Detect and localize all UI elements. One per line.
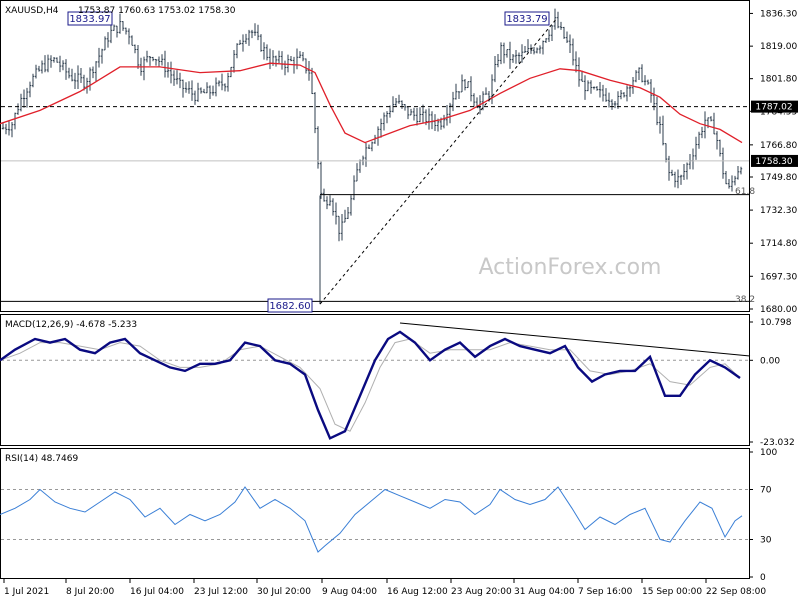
current-price-tag-text: 1758.30: [755, 157, 792, 167]
low1-text: 1682.60: [269, 301, 310, 312]
rsi-axis: 100 70 30 0: [749, 448, 777, 583]
price-tick-label: 1680.00: [760, 305, 797, 315]
level-tag-text: 1787.02: [755, 103, 792, 113]
symbol-label: XAUUSD,H4: [5, 6, 59, 16]
current-price-tag: 1758.30: [751, 154, 798, 167]
price-tick-label: 1836.30: [760, 9, 797, 19]
rsi-tick-label: 100: [760, 448, 777, 458]
price-tick-label: 1766.80: [760, 141, 797, 151]
time-tick-label: 30 Jul 20:00: [257, 587, 311, 597]
rsi-tick-label: 30: [760, 536, 772, 546]
macd-axis: 10.798 0.00 -23.032: [749, 318, 795, 448]
macd-tick-label: 10.798: [760, 318, 792, 328]
high2-label: 1833.79: [504, 11, 550, 26]
rsi-panel-frame: [0, 448, 750, 579]
price-tick-label: 1732.30: [760, 206, 797, 216]
level-tag: 1787.02: [751, 100, 798, 113]
time-tick-label: 22 Sep 08:00: [706, 587, 766, 597]
time-tick-label: 15 Sep 00:00: [642, 587, 702, 597]
watermark: ActionForex.com: [479, 255, 662, 280]
rsi-label: RSI(14) 48.7469: [5, 454, 78, 464]
time-tick-label: 7 Sep 16:00: [578, 587, 633, 597]
time-tick-label: 16 Aug 12:00: [387, 587, 448, 597]
time-tick-label: 1 Jul 2021: [4, 587, 49, 597]
time-tick-label: 23 Aug 20:00: [451, 587, 512, 597]
price-tick-label: 1697.30: [760, 272, 797, 282]
xauusd-chart: ActionForex.com 1833.97 1833.79 1682.60 …: [0, 0, 798, 597]
time-tick-label: 8 Jul 20:00: [66, 587, 115, 597]
fib618-label: 61.8: [735, 187, 755, 197]
macd-tick-label: -23.032: [760, 438, 795, 448]
time-tick-label: 9 Aug 04:00: [322, 587, 377, 597]
price-tick-label: 1819.00: [760, 42, 797, 52]
time-tick-label: 16 Jul 04:00: [130, 587, 184, 597]
time-axis: 1 Jul 2021 8 Jul 20:00 16 Jul 04:00 23 Jul …: [3, 579, 766, 597]
price-tick-label: 1714.80: [760, 239, 797, 249]
price-tick-label: 1749.80: [760, 173, 797, 183]
rsi-tick-label: 70: [760, 486, 772, 496]
macd-tick-label: 0.00: [760, 356, 780, 366]
high2-text: 1833.79: [506, 14, 547, 25]
time-tick-label: 31 Aug 04:00: [514, 587, 575, 597]
ohlc-label: 1753.87 1760.63 1753.02 1758.30: [78, 6, 236, 16]
price-tick-label: 1801.80: [760, 75, 797, 85]
low1-label: 1682.60: [267, 298, 313, 313]
fib382-label: 38.2: [735, 295, 755, 305]
time-tick-label: 23 Jul 12:00: [194, 587, 248, 597]
rsi-tick-label: 0: [760, 573, 766, 583]
macd-label: MACD(12,26,9) -4.678 -5.233: [5, 320, 137, 330]
